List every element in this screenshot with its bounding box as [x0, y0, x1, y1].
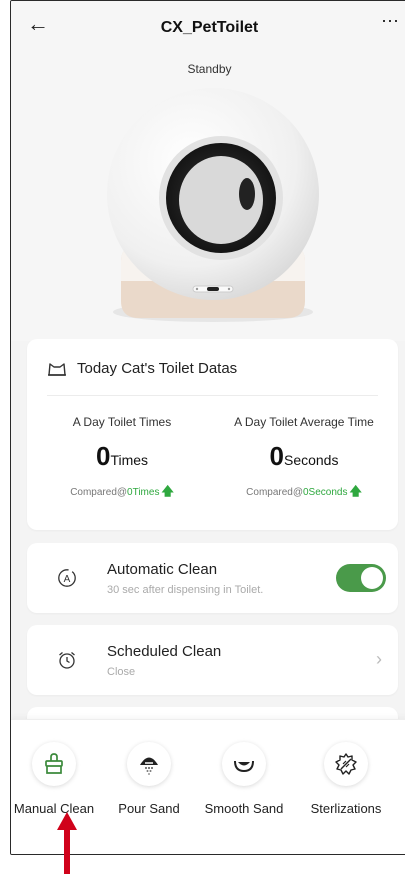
page-title: CX_PetToilet	[160, 19, 259, 36]
automatic-clean-title: Automatic Clean	[107, 561, 218, 578]
compare-prefix: Compared@	[70, 487, 128, 498]
up-arrow-icon: 🡅	[161, 484, 174, 498]
svg-text:A: A	[64, 574, 71, 585]
scheduled-clean-title: Scheduled Clean	[107, 643, 222, 660]
more-dots-icon[interactable]: ⋯	[381, 11, 400, 32]
cat-icon	[48, 363, 66, 376]
sterilization-icon	[335, 753, 357, 775]
compare-prefix: Compared@	[246, 487, 303, 498]
daily-times-number: 0	[95, 441, 111, 471]
daily-times-unit: Times	[110, 452, 149, 468]
sterilization-label: Sterlizations	[310, 801, 382, 816]
device-status: Standby	[187, 62, 232, 76]
smooth-sand-icon	[234, 760, 254, 773]
average-time-stat: A Day Toilet Average Time 0Seconds Compa…	[219, 415, 389, 503]
red-pointer-arrow-icon	[57, 812, 77, 874]
average-time-value: 0Seconds	[219, 441, 389, 472]
broom-icon	[45, 753, 63, 774]
phone-frame: ← CX_PetToilet ⋯ Standby Today Cat's Toi…	[10, 0, 405, 855]
average-time-number: 0	[269, 441, 284, 471]
compare-value: 0Seconds	[303, 487, 348, 498]
daily-times-value: 0Times	[37, 441, 207, 472]
pour-sand-button[interactable]: Pour Sand	[102, 742, 196, 816]
toggle-knob	[361, 567, 383, 589]
toilet-data-header: Today Cat's Toilet Datas	[47, 359, 378, 396]
auto-mode-icon: A	[58, 569, 76, 587]
average-time-unit: Seconds	[283, 452, 339, 468]
toilet-data-card: Today Cat's Toilet Datas A Day Toilet Ti…	[27, 339, 398, 530]
automatic-clean-subtitle: 30 sec after dispensing in Toilet.	[107, 584, 264, 596]
up-arrow-icon: 🡅	[349, 484, 362, 498]
scheduled-clean-subtitle: Close	[107, 666, 136, 678]
pet-toilet-image	[107, 88, 319, 322]
smooth-sand-circle	[222, 742, 266, 786]
device-hero: ← CX_PetToilet ⋯ Standby	[11, 1, 405, 341]
automatic-clean-toggle[interactable]	[336, 564, 386, 592]
alarm-clock-icon	[59, 652, 75, 669]
average-time-label: A Day Toilet Average Time	[234, 415, 374, 429]
automatic-clean-row: A Automatic Clean 30 sec after dispensin…	[27, 543, 398, 613]
chevron-right-icon: ›	[376, 649, 382, 669]
sterilization-button[interactable]: Sterlizations	[299, 742, 393, 816]
compare-value: 0Times	[127, 487, 160, 498]
average-time-compare: Compared@0Seconds 🡅	[219, 482, 389, 503]
smooth-sand-label: Smooth Sand	[204, 801, 284, 816]
daily-times-compare: Compared@0Times 🡅	[37, 482, 207, 503]
daily-times-stat: A Day Toilet Times 0Times Compared@0Time…	[37, 415, 207, 503]
pour-sand-icon	[140, 757, 158, 775]
scheduled-clean-row[interactable]: Scheduled Clean Close ›	[27, 625, 398, 695]
manual-clean-circle	[32, 742, 76, 786]
manual-clean-button[interactable]: Manual Clean	[11, 742, 101, 816]
sterilization-circle	[324, 742, 368, 786]
daily-times-label: A Day Toilet Times	[72, 415, 172, 429]
pour-sand-circle	[127, 742, 171, 786]
smooth-sand-button[interactable]: Smooth Sand	[197, 742, 291, 816]
toilet-data-title: Today Cat's Toilet Datas	[77, 360, 238, 377]
pour-sand-label: Pour Sand	[118, 801, 180, 816]
